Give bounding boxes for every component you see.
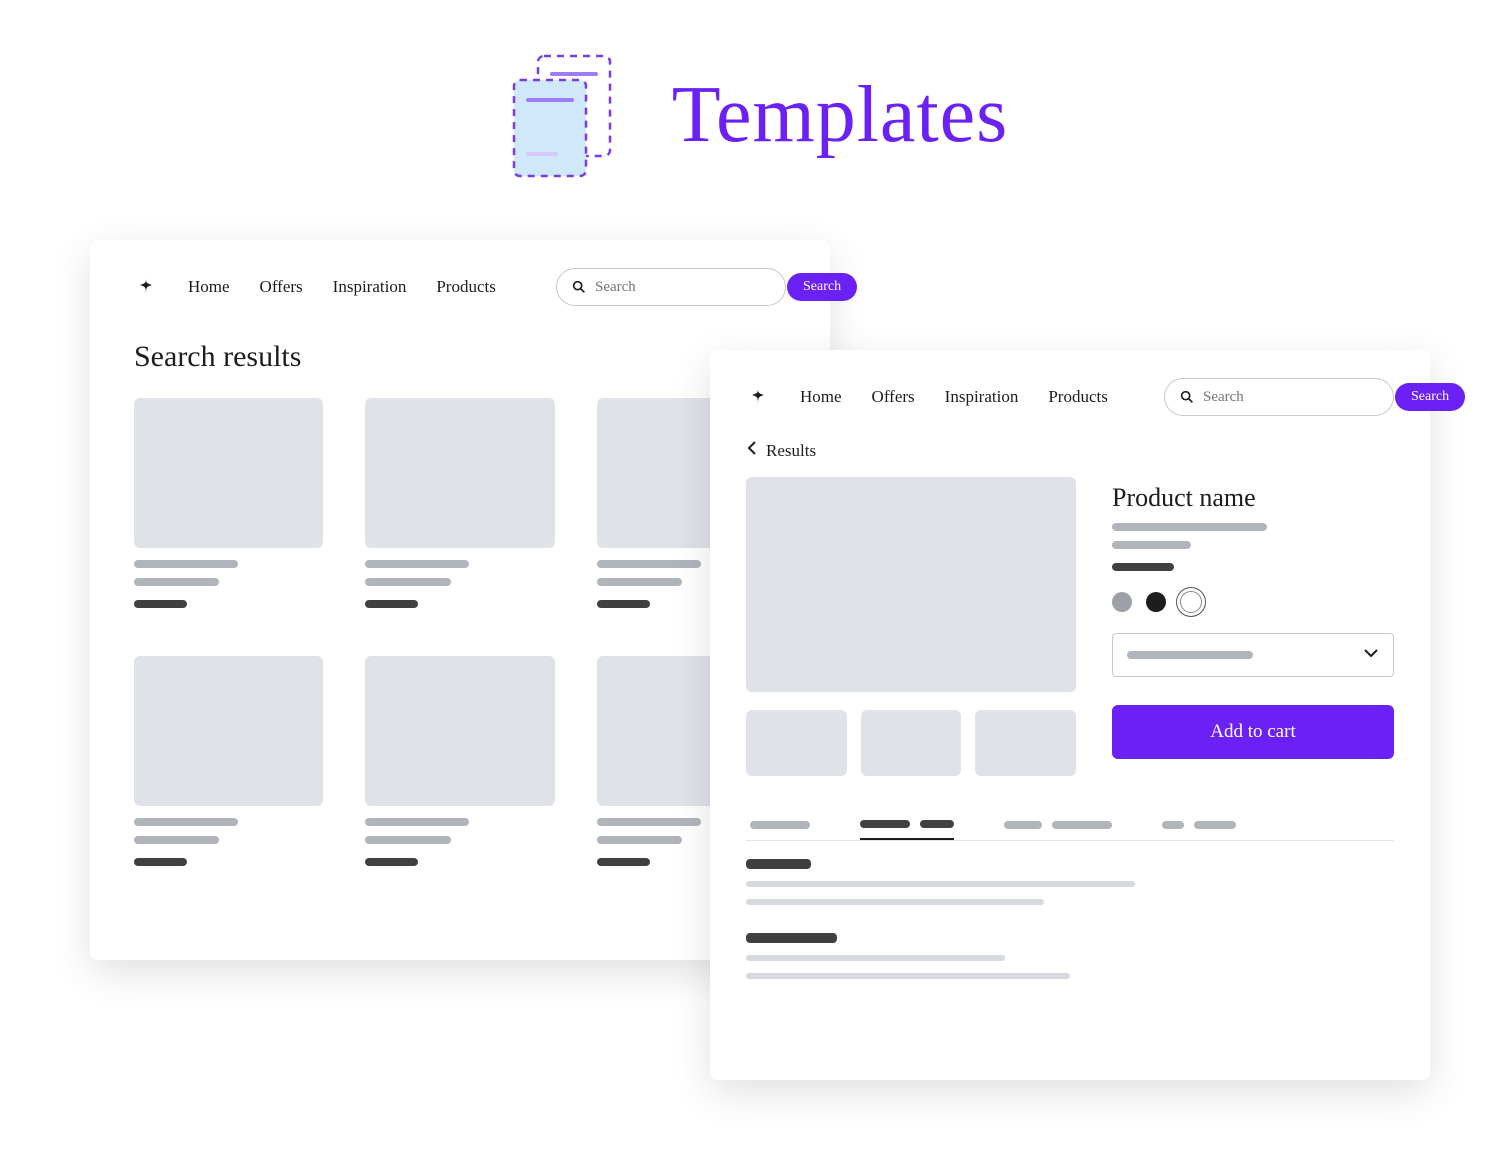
nav-inspiration[interactable]: Inspiration	[945, 387, 1019, 407]
card-price-line	[365, 600, 418, 608]
swatch-grey[interactable]	[1112, 592, 1132, 612]
chevron-left-icon	[746, 440, 758, 461]
card-line	[597, 818, 701, 826]
search-icon	[571, 279, 587, 295]
card-line	[365, 560, 469, 568]
search-box: Search	[556, 268, 786, 306]
card-thumb	[134, 398, 323, 548]
search-box: Search	[1164, 378, 1394, 416]
color-swatches	[1112, 591, 1394, 613]
logo-icon	[134, 275, 158, 299]
product-price-line	[1112, 563, 1174, 571]
back-to-results[interactable]: Results	[746, 440, 816, 461]
product-thumb[interactable]	[975, 710, 1076, 776]
card-line	[597, 560, 701, 568]
card-line	[365, 836, 450, 844]
card-price-line	[597, 858, 650, 866]
result-card[interactable]	[365, 398, 554, 608]
section-heading	[746, 859, 811, 869]
swatch-black[interactable]	[1146, 592, 1166, 612]
hero-title: Templates	[672, 70, 1009, 161]
card-thumb	[134, 656, 323, 806]
card-price-line	[597, 600, 650, 608]
add-to-cart-button[interactable]: Add to cart	[1112, 705, 1394, 759]
card-thumb	[365, 656, 554, 806]
search-icon	[1179, 389, 1195, 405]
tab-item[interactable]	[1162, 810, 1236, 840]
section-heading	[746, 933, 837, 943]
select-placeholder	[1127, 651, 1253, 659]
nav-products[interactable]: Products	[1048, 387, 1108, 407]
card-line	[365, 818, 469, 826]
templates-icon	[492, 50, 632, 180]
tab-content	[746, 859, 1394, 979]
nav-home[interactable]: Home	[800, 387, 842, 407]
card-thumb	[365, 398, 554, 548]
variant-select[interactable]	[1112, 633, 1394, 677]
card-line	[134, 836, 219, 844]
search-button[interactable]: Search	[1395, 383, 1465, 411]
result-card[interactable]	[134, 398, 323, 608]
card-price-line	[134, 858, 187, 866]
product-thumbs	[746, 710, 1076, 776]
navbar: Home Offers Inspiration Products Search	[746, 378, 1394, 416]
nav-home[interactable]: Home	[188, 277, 230, 297]
search-input[interactable]	[593, 278, 781, 297]
product-main-image	[746, 477, 1076, 692]
tab-item[interactable]	[860, 810, 954, 840]
card-line	[597, 578, 682, 586]
nav-links: Home Offers Inspiration Products	[188, 277, 496, 297]
result-card[interactable]	[365, 656, 554, 866]
nav-offers[interactable]: Offers	[260, 277, 303, 297]
tab-item[interactable]	[1004, 810, 1112, 840]
swatch-white[interactable]	[1180, 591, 1202, 613]
nav-products[interactable]: Products	[436, 277, 496, 297]
chevron-down-icon	[1363, 646, 1379, 664]
product-thumb[interactable]	[746, 710, 847, 776]
result-card[interactable]	[134, 656, 323, 866]
text-line	[746, 973, 1070, 979]
text-line	[746, 881, 1135, 887]
results-grid	[134, 398, 786, 866]
card-line	[365, 578, 450, 586]
navbar: Home Offers Inspiration Products Search	[134, 268, 786, 306]
product-meta-line	[1112, 541, 1191, 549]
hero: Templates	[0, 50, 1500, 180]
detail-tabs	[746, 810, 1394, 841]
product-thumb[interactable]	[861, 710, 962, 776]
nav-offers[interactable]: Offers	[872, 387, 915, 407]
search-input[interactable]	[1201, 388, 1389, 407]
card-line	[134, 818, 238, 826]
text-line	[746, 899, 1044, 905]
page-title: Search results	[134, 340, 786, 374]
card-line	[134, 560, 238, 568]
product-detail-template: Home Offers Inspiration Products Search …	[710, 350, 1430, 1080]
text-line	[746, 955, 1005, 961]
card-line	[597, 836, 682, 844]
product-name: Product name	[1112, 483, 1394, 513]
card-line	[134, 578, 219, 586]
card-price-line	[365, 858, 418, 866]
card-price-line	[134, 600, 187, 608]
tab-item[interactable]	[750, 810, 810, 840]
nav-inspiration[interactable]: Inspiration	[333, 277, 407, 297]
product-meta-line	[1112, 523, 1267, 531]
logo-icon	[746, 385, 770, 409]
back-label: Results	[766, 441, 816, 461]
nav-links: Home Offers Inspiration Products	[800, 387, 1108, 407]
search-button[interactable]: Search	[787, 273, 857, 301]
